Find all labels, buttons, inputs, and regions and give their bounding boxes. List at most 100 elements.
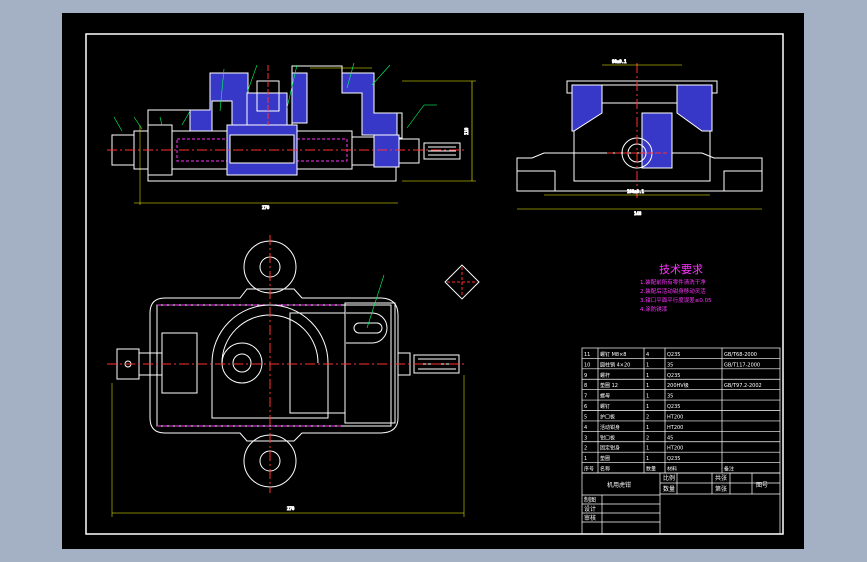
side-top-hatch-l <box>571 84 603 132</box>
side-top-dim: 90±0.1 <box>612 59 627 64</box>
bom-cell: 5 <box>584 414 587 420</box>
top-clamp-block <box>161 332 198 394</box>
bom-cell: 螺母 <box>600 393 610 400</box>
bom-cell: Q235 <box>667 352 680 358</box>
title-block-scale-label: 比例 <box>663 474 675 482</box>
bom-cell: 4 <box>584 425 587 431</box>
bom-cell: 1 <box>646 394 649 400</box>
title-block-quantity-label: 数量 <box>663 485 675 493</box>
top-right-block <box>344 302 396 424</box>
screw-inner-clear <box>229 134 295 164</box>
bom-cell: 螺钉 M8×8 <box>600 351 626 358</box>
bom-cell: 垫圈 <box>600 455 610 462</box>
bom-header-cell: 材料 <box>667 466 677 473</box>
bom-cell: 2 <box>584 446 587 452</box>
bom-cell: 螺钉 <box>600 403 610 410</box>
bom-cell: HT200 <box>667 425 683 431</box>
top-inner-frame <box>156 304 392 427</box>
bom-cell: 钳口板 <box>600 434 615 441</box>
top-center-hole <box>232 353 252 373</box>
title-block-drawing-no-label: 图号 <box>756 482 768 489</box>
title-block-sheets-label: 共张 <box>715 474 727 482</box>
bom-cell: 35 <box>667 362 673 368</box>
bom-cell: 1 <box>646 404 649 410</box>
technical-requirements: 技术要求 1.装配前所有零件清洗干净 2.装配后活动钳身移动灵活 3.钳口平面平… <box>640 263 712 313</box>
bom-cell: GB/T68-2000 <box>724 352 757 358</box>
side-view: 90±0.1 100±0.1 148 <box>516 59 763 217</box>
bom-cell: 11 <box>584 352 590 358</box>
bom-header-cell: 序号 <box>584 466 594 473</box>
side-jaw-plate <box>601 84 678 104</box>
handle-square-end <box>423 142 461 160</box>
requirement-line-3: 3.钳口平面平行度误差≤0.05 <box>640 296 712 304</box>
bom-header-cell: 备注 <box>724 466 734 473</box>
bom-cell: 10 <box>584 362 590 368</box>
bom-cell: 1 <box>584 456 587 462</box>
bom-cell: 6 <box>584 404 587 410</box>
bom-cell: 9 <box>584 373 587 379</box>
front-height-dim: 110 <box>464 127 469 135</box>
bom-table: 11 螺钉 M8×8 4 Q235 GB/T68-200010 圆柱销 4×20 1 35 GB… <box>581 347 781 474</box>
bom-cell: 螺杆 <box>600 372 610 379</box>
side-base-foot-l <box>516 170 556 192</box>
bom-header-cell: 数量 <box>646 466 656 473</box>
requirement-line-2: 2.装配后活动钳身移动灵活 <box>640 287 706 295</box>
side-width-dim: 148 <box>634 211 642 216</box>
cad-drawing: 270 110 90±0.1 100±0.1 148 270 技术要求 1.装配… <box>85 33 784 535</box>
requirement-line-4: 4.涂防锈漆 <box>640 305 668 313</box>
section-hatch-jaw <box>291 72 308 124</box>
side-base-dim: 100±0.1 <box>627 189 644 194</box>
bom-cell: 4 <box>646 352 649 358</box>
side-base-foot-r <box>723 170 763 192</box>
bom-cell: 1 <box>646 373 649 379</box>
section-hatch-left <box>189 72 249 132</box>
right-shaft-collar <box>351 136 375 166</box>
drawing-sheet: 270 110 90±0.1 100±0.1 148 270 技术要求 1.装配… <box>62 13 804 549</box>
bom-cell: 1 <box>646 456 649 462</box>
bom-cell: 2 <box>646 414 649 420</box>
bom-cell: 1 <box>646 362 649 368</box>
bom-cell: 1 <box>646 446 649 452</box>
bom-cell: 7 <box>584 394 587 400</box>
section-hatch-right <box>341 72 398 136</box>
title-block-row-checked: 审核 <box>584 514 596 522</box>
bom-cell: HT200 <box>667 414 683 420</box>
bom-header-cell: 名称 <box>600 466 610 473</box>
bom-cell: 1 <box>646 425 649 431</box>
bom-cell: 3 <box>584 435 587 441</box>
top-length-dim: 270 <box>287 506 295 511</box>
detail-diamond <box>444 264 480 300</box>
title-block-row-designed: 设计 <box>584 505 596 513</box>
bom-cell: HT200 <box>667 446 683 452</box>
bom-cell: Q235 <box>667 373 680 379</box>
bom-cell: 200HV级 <box>667 382 689 389</box>
bom-cell: 35 <box>667 394 673 400</box>
bom-cell: Q235 <box>667 404 680 410</box>
bom-cell: GB/T117-2000 <box>724 362 760 368</box>
side-top-hatch-r <box>676 84 713 132</box>
top-slot-loop <box>346 312 388 344</box>
right-shaft <box>398 138 420 164</box>
bom-cell: 护口板 <box>600 413 615 420</box>
bom-cell: 1 <box>646 383 649 389</box>
right-shaft-hatch <box>373 134 400 168</box>
front-length-dim: 270 <box>262 205 270 210</box>
title-block-row-drafted: 制图 <box>584 496 596 504</box>
top-center-boss <box>221 342 263 384</box>
bom-cell: 2 <box>646 435 649 441</box>
front-section-view: 270 110 <box>107 62 476 211</box>
requirement-line-1: 1.装配前所有零件清洗干净 <box>640 278 706 286</box>
side-inner-hatch <box>641 112 673 169</box>
bom-cell: 45 <box>667 435 673 441</box>
bom-cell: GB/T97.2-2002 <box>724 383 762 389</box>
bom-cell: 活动钳身 <box>600 424 620 431</box>
title-block-name: 机用虎钳 <box>607 481 631 489</box>
bom-cell: Q235 <box>667 456 680 462</box>
bom-cell: 8 <box>584 383 587 389</box>
top-view: 270 <box>107 235 465 517</box>
requirements-title: 技术要求 <box>659 263 703 276</box>
title-block-sheet-no-label: 第张 <box>715 485 727 493</box>
bom-cell: 垫圈 12 <box>600 382 618 389</box>
side-base <box>516 152 763 192</box>
bom-cell: 圆柱销 4×20 <box>600 361 630 368</box>
